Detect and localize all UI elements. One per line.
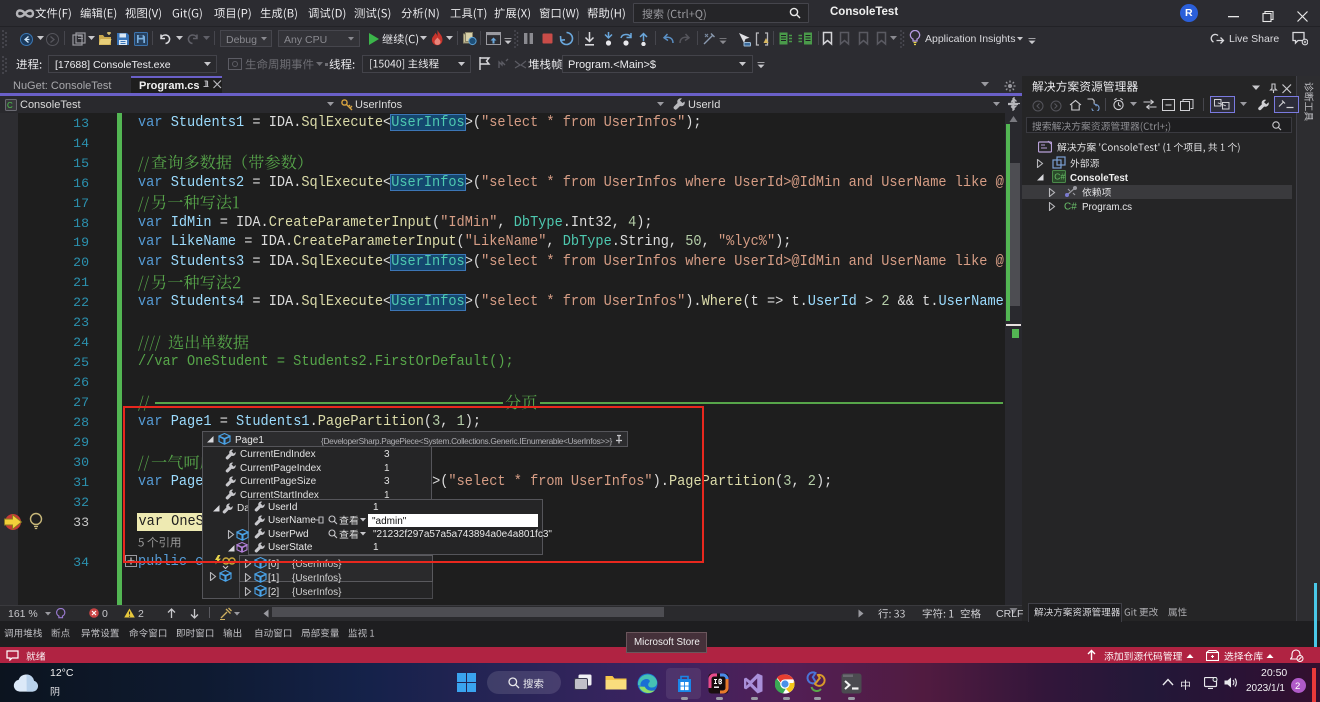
svg-text:C: C xyxy=(7,101,13,110)
svg-text:C#: C# xyxy=(1054,172,1065,182)
svg-text:C#: C# xyxy=(1064,202,1077,213)
